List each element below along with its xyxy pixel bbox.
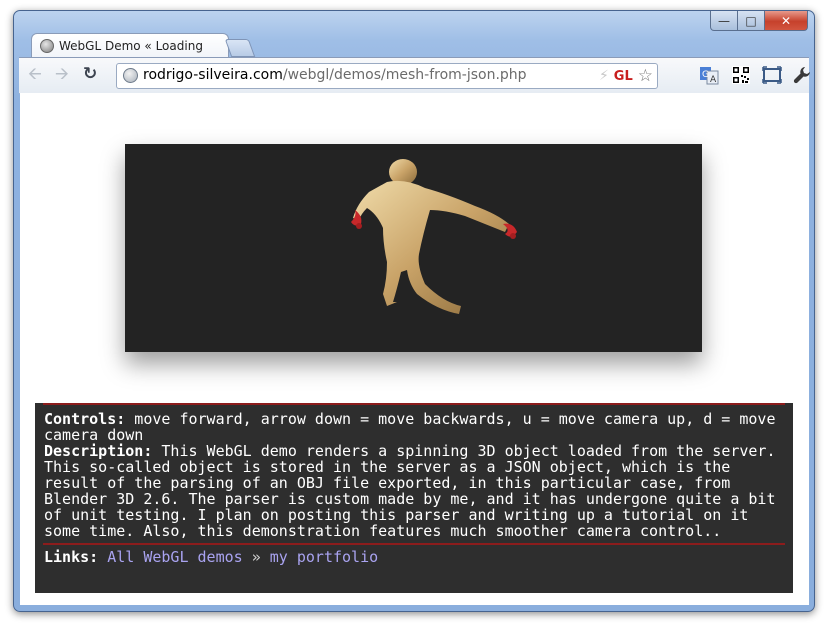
maximize-button[interactable]: □ (738, 11, 765, 31)
omnibox-actions: ⚡ GL ☆ (599, 66, 653, 86)
back-arrow-icon[interactable]: 🡨 (28, 64, 42, 84)
links-row: Links: All WebGL demos » my portfolio (35, 545, 793, 565)
tab-title: WebGL Demo « Loading a Mesh from JSON (59, 39, 207, 53)
gl-extension-icon[interactable]: GL (614, 69, 633, 84)
all-webgl-demos-link[interactable]: All WebGL demos (107, 548, 242, 566)
screen-capture-icon[interactable] (762, 65, 782, 85)
svg-text:G: G (702, 70, 709, 80)
reload-icon[interactable]: ↻ (83, 64, 97, 84)
info-panel: Controls: move forward, arrow down = mov… (35, 403, 793, 593)
minimize-button[interactable]: — (710, 11, 738, 31)
qr-code-icon[interactable] (731, 65, 751, 85)
address-bar[interactable]: rodrigo-silveira.com/webgl/demos/mesh-fr… (116, 63, 658, 89)
svg-text:A: A (710, 75, 717, 85)
description-text: This WebGL demo renders a spinning 3D ob… (44, 442, 776, 540)
link-separator: » (251, 548, 261, 566)
wrench-icon[interactable] (792, 65, 812, 85)
forward-arrow-icon[interactable]: 🡪 (55, 64, 69, 84)
globe-icon (40, 39, 54, 53)
tab-active[interactable]: WebGL Demo « Loading a Mesh from JSON (31, 33, 229, 58)
info-text: Controls: move forward, arrow down = mov… (35, 405, 793, 543)
window-controls: — □ ✕ (710, 11, 808, 31)
controls-text: move forward, arrow down = move backward… (44, 410, 776, 444)
mesh-render (351, 159, 517, 314)
globe-icon (123, 68, 138, 83)
portfolio-link[interactable]: my portfolio (270, 548, 378, 566)
figure-model (351, 159, 517, 314)
links-label: Links: (44, 548, 99, 566)
bolt-icon: ⚡ (598, 68, 609, 84)
close-button[interactable]: ✕ (765, 11, 808, 31)
toolbar: 🡨 🡪 ↻ rodrigo-silveira.com/webgl/demos/m… (19, 57, 812, 94)
translate-icon[interactable]: G A (699, 65, 719, 85)
new-tab-button[interactable] (224, 39, 256, 57)
browser-window: — □ ✕ WebGL Demo « Loading a Mesh from J… (13, 10, 815, 612)
page-content: Controls: move forward, arrow down = mov… (20, 93, 809, 605)
url-text[interactable]: rodrigo-silveira.com/webgl/demos/mesh-fr… (143, 67, 527, 83)
webgl-canvas[interactable] (125, 144, 702, 352)
star-icon[interactable]: ☆ (638, 66, 653, 86)
